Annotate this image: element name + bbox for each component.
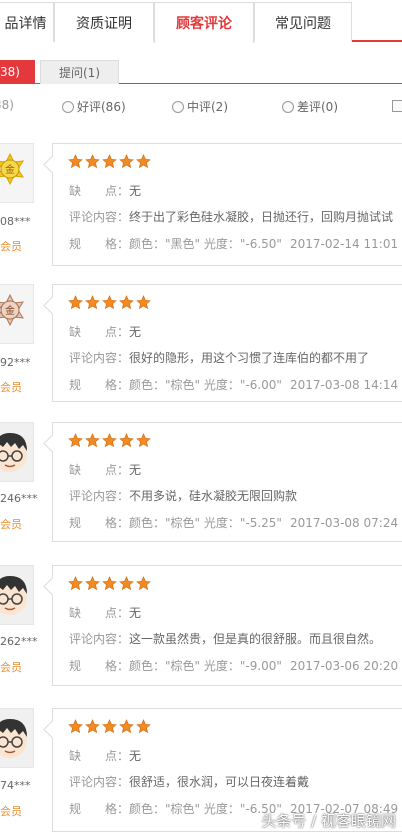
review-cons: 缺 点：无: [69, 606, 142, 620]
star-icon: [68, 719, 83, 734]
star-icon: [119, 154, 134, 169]
user-id: 74***: [0, 779, 31, 792]
review-spec: 规 格：颜色："棕色" 光度："-6.00" 2017-03-08 14:14: [69, 378, 399, 392]
user-level: 会员: [0, 381, 22, 394]
user-level: 会员: [0, 805, 22, 818]
user-level: 会员: [0, 661, 22, 674]
star-icon: [85, 576, 100, 591]
user-avatar: 金: [0, 284, 34, 344]
user-level: 会员: [0, 240, 22, 253]
tab-faq[interactable]: 常见问题: [254, 2, 352, 42]
filter-all[interactable]: 38): [0, 98, 14, 112]
subtab-reviews[interactable]: 38): [0, 60, 35, 84]
review-cons: 缺 点：无: [69, 184, 142, 198]
tab-certificates[interactable]: 资质证明: [54, 2, 154, 42]
star-icon: [102, 295, 117, 310]
filter-checkbox[interactable]: [392, 100, 402, 112]
user-id: 246***: [0, 492, 38, 505]
filter-medium-label: 中评(2): [187, 100, 228, 114]
star-icon: [68, 154, 83, 169]
rating-stars: [68, 576, 151, 591]
star-icon: [136, 295, 151, 310]
product-page: 品详情 资质证明 顾客评论 常见问题 38) 提问(1) 38) 好评(86) …: [0, 0, 402, 839]
star-icon: [119, 719, 134, 734]
cartoon-avatar-icon: [0, 566, 33, 624]
star-icon: [68, 295, 83, 310]
filter-good-label: 好评(86): [77, 100, 126, 114]
star-icon: [136, 154, 151, 169]
review-card: 缺 点：无 评论内容：不用多说，硅水凝胶无限回购款 规 格：颜色："棕色" 光度…: [52, 422, 402, 542]
star-icon: [136, 576, 151, 591]
review-content: 评论内容：不用多说，硅水凝胶无限回购款: [69, 489, 298, 503]
user-id: 92***: [0, 356, 31, 369]
review-content: 评论内容：这一款虽然贵，但是真的很舒服。而且很自然。: [69, 632, 382, 646]
radio-icon[interactable]: [282, 100, 294, 113]
star-icon: [136, 719, 151, 734]
review-filter: 38) 好评(86) 中评(2) 差评(0): [0, 96, 402, 118]
rating-stars: [68, 433, 151, 448]
radio-icon[interactable]: [62, 100, 74, 113]
cartoon-avatar-icon: [0, 709, 33, 767]
review-spec: 规 格：颜色："棕色" 光度："-5.25" 2017-03-08 07:24: [69, 516, 399, 530]
review-content: 评论内容：很好的隐形，用这个习惯了连库伯的都不用了: [69, 351, 370, 365]
filter-medium[interactable]: 中评(2): [172, 98, 228, 115]
review-content: 评论内容：终于出了彩色硅水凝胶，日抛还行，回购月抛试试: [69, 210, 394, 224]
product-tabs: 品详情 资质证明 顾客评论 常见问题: [0, 0, 402, 43]
filter-bad-label: 差评(0): [297, 100, 338, 114]
star-icon: [136, 433, 151, 448]
rating-stars: [68, 295, 151, 310]
review-spec: 规 格：颜色："棕色" 光度："-9.00" 2017-03-06 20:20: [69, 659, 399, 673]
star-icon: [85, 154, 100, 169]
bronze-medal-icon: 金: [0, 285, 33, 343]
user-avatar: [0, 422, 34, 482]
star-icon: [68, 433, 83, 448]
user-avatar: [0, 708, 34, 768]
star-icon: [119, 576, 134, 591]
star-icon: [119, 295, 134, 310]
rating-stars: [68, 154, 151, 169]
user-id: 262***: [0, 635, 38, 648]
review-cons: 缺 点：无: [69, 749, 142, 763]
review-spec: 规 格：颜色："黑色" 光度："-6.50" 2017-02-14 11:01: [69, 237, 399, 251]
subtab-questions[interactable]: 提问(1): [40, 60, 119, 84]
review-content: 评论内容：很舒适，很水润，可以日夜连着戴: [69, 775, 310, 789]
star-icon: [85, 719, 100, 734]
svg-text:金: 金: [5, 163, 15, 176]
review-cons: 缺 点：无: [69, 463, 142, 477]
svg-text:金: 金: [5, 304, 15, 317]
filter-good[interactable]: 好评(86): [62, 98, 126, 115]
star-icon: [68, 576, 83, 591]
review-cons: 缺 点：无: [69, 325, 142, 339]
star-icon: [102, 433, 117, 448]
star-icon: [102, 719, 117, 734]
star-icon: [85, 295, 100, 310]
review-card: 缺 点：无 评论内容：很好的隐形，用这个习惯了连库伯的都不用了 规 格：颜色："…: [52, 284, 402, 402]
review-subtabs: 38) 提问(1): [0, 60, 402, 84]
gold-medal-icon: 金: [0, 144, 33, 202]
review-card: 缺 点：无 评论内容：这一款虽然贵，但是真的很舒服。而且很自然。 规 格：颜色：…: [52, 565, 402, 686]
user-avatar: 金: [0, 143, 34, 203]
filter-bad[interactable]: 差评(0): [282, 98, 338, 115]
star-icon: [85, 433, 100, 448]
tab-product-details[interactable]: 品详情: [0, 2, 54, 42]
star-icon: [102, 576, 117, 591]
review-card: 缺 点：无 评论内容：终于出了彩色硅水凝胶，日抛还行，回购月抛试试 规 格：颜色…: [52, 143, 402, 266]
rating-stars: [68, 719, 151, 734]
user-id: 08***: [0, 215, 31, 228]
cartoon-avatar-icon: [0, 423, 33, 481]
user-avatar: [0, 565, 34, 625]
star-icon: [119, 433, 134, 448]
star-icon: [102, 154, 117, 169]
user-level: 会员: [0, 518, 22, 531]
radio-icon[interactable]: [172, 100, 184, 113]
tab-customer-reviews[interactable]: 顾客评论: [154, 2, 254, 43]
watermark: 头条号 / 视客眼镜网: [261, 812, 396, 830]
